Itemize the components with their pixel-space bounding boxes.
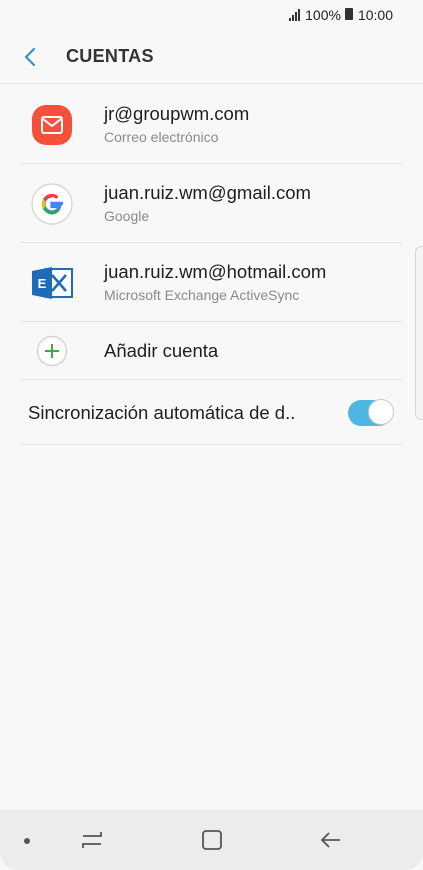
account-type: Google (104, 208, 150, 224)
divider (21, 444, 402, 445)
google-icon (31, 182, 73, 225)
keyboard-hide-dot-icon[interactable] (24, 838, 30, 844)
account-row-hotmail[interactable]: E juan.ruiz.wm@hotmail.com Microsoft Exc… (0, 243, 423, 322)
account-row-groupwm[interactable]: jr@groupwm.com Correo electrónico (0, 85, 423, 164)
add-account-button[interactable]: Añadir cuenta (0, 322, 423, 380)
auto-sync-row[interactable]: Sincronización automática de d.. (0, 380, 423, 445)
status-bar: 100% 10:00 (0, 0, 423, 30)
add-account-label: Añadir cuenta (104, 340, 219, 361)
page-title: CUENTAS (66, 46, 154, 66)
auto-sync-label: Sincronización automática de d.. (28, 401, 296, 423)
back-button[interactable] (0, 30, 60, 84)
battery-percentage: 100% (305, 7, 341, 23)
edge-panel-handle[interactable] (415, 246, 423, 420)
accounts-list: jr@groupwm.com Correo electrónico juan.r… (0, 85, 423, 445)
chevron-left-icon (24, 47, 36, 66)
account-email: juan.ruiz.wm@hotmail.com (104, 261, 327, 282)
signal-icon (289, 9, 301, 21)
app-header: CUENTAS (0, 30, 423, 84)
home-icon (202, 830, 222, 850)
account-type: Correo electrónico (104, 129, 219, 145)
home-button[interactable] (197, 827, 227, 853)
recent-apps-icon (82, 832, 102, 848)
account-type: Microsoft Exchange ActiveSync (104, 287, 300, 303)
navigation-bar (0, 810, 423, 870)
toggle-knob (368, 398, 394, 425)
svg-text:E: E (38, 276, 47, 291)
back-arrow-icon (320, 832, 340, 848)
account-row-gmail[interactable]: juan.ruiz.wm@gmail.com Google (0, 164, 423, 243)
auto-sync-toggle[interactable] (348, 398, 394, 426)
exchange-icon: E (32, 266, 73, 299)
plus-circle-icon (36, 335, 68, 367)
back-nav-button[interactable] (316, 827, 346, 853)
account-email: jr@groupwm.com (104, 103, 250, 124)
battery-icon (344, 8, 353, 20)
account-email: juan.ruiz.wm@gmail.com (104, 182, 311, 203)
email-app-icon (32, 104, 72, 145)
recent-apps-button[interactable] (77, 827, 107, 853)
clock: 10:00 (357, 7, 393, 23)
